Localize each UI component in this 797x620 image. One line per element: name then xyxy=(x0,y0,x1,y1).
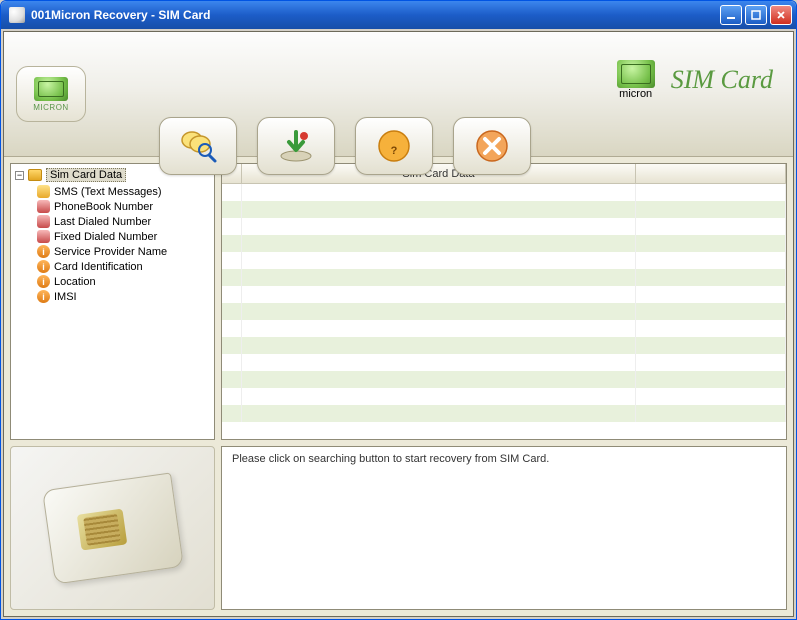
product-title: SIM Card xyxy=(671,65,773,95)
table-row[interactable] xyxy=(222,252,786,269)
bottom-area: Please click on searching button to star… xyxy=(4,446,793,616)
tree-item-label: SMS (Text Messages) xyxy=(54,186,162,198)
grid-rows xyxy=(222,184,786,439)
svg-text:?: ? xyxy=(391,145,398,157)
table-row[interactable] xyxy=(222,337,786,354)
tree-item-label: Last Dialed Number xyxy=(54,216,151,228)
table-row[interactable] xyxy=(222,303,786,320)
toolbar: ? xyxy=(159,117,531,175)
table-row[interactable] xyxy=(222,235,786,252)
tree-item[interactable]: i Location xyxy=(37,274,210,289)
table-row[interactable] xyxy=(222,388,786,405)
branding-area: micron SIM Card xyxy=(617,60,773,100)
msg-icon xyxy=(37,185,50,198)
tree-children: SMS (Text Messages) PhoneBook Number Last … xyxy=(37,184,210,304)
tree-item[interactable]: PhoneBook Number xyxy=(37,199,210,214)
app-icon xyxy=(9,7,25,23)
grid-panel[interactable]: Sim Card Data xyxy=(221,163,787,440)
simcard-panel xyxy=(10,446,215,610)
folder-icon xyxy=(28,169,42,181)
save-button[interactable] xyxy=(257,117,335,175)
tree-item[interactable]: SMS (Text Messages) xyxy=(37,184,210,199)
tree-item[interactable]: Fixed Dialed Number xyxy=(37,229,210,244)
search-button[interactable] xyxy=(159,117,237,175)
search-icon xyxy=(178,128,218,164)
client-area: MICRON micron SIM Card xyxy=(3,31,794,617)
grid-header-extra[interactable] xyxy=(636,164,786,183)
tree-item[interactable]: i Service Provider Name xyxy=(37,244,210,259)
table-row[interactable] xyxy=(222,201,786,218)
close-button[interactable] xyxy=(770,5,792,25)
table-row[interactable] xyxy=(222,184,786,201)
collapse-icon[interactable]: − xyxy=(15,171,24,180)
simcard-chip-icon xyxy=(76,508,127,550)
stop-icon xyxy=(472,128,512,164)
header-area: MICRON micron SIM Card xyxy=(4,32,793,157)
table-row[interactable] xyxy=(222,354,786,371)
content-area: − Sim Card Data SMS (Text Messages) Phone… xyxy=(4,157,793,446)
table-row[interactable] xyxy=(222,371,786,388)
logo: MICRON xyxy=(16,66,86,122)
window-title: 001Micron Recovery - SIM Card xyxy=(31,8,720,22)
help-button[interactable]: ? xyxy=(355,117,433,175)
brand-chip-icon xyxy=(617,60,655,88)
save-icon xyxy=(276,128,316,164)
table-row[interactable] xyxy=(222,286,786,303)
table-row[interactable] xyxy=(222,269,786,286)
tree-item[interactable]: i IMSI xyxy=(37,289,210,304)
logo-text: MICRON xyxy=(33,103,68,112)
phone-icon xyxy=(37,200,50,213)
tree-root-label: Sim Card Data xyxy=(46,168,126,182)
info-icon: i xyxy=(37,275,50,288)
tree-item-label: IMSI xyxy=(54,291,77,303)
info-icon: i xyxy=(37,290,50,303)
tree-item-label: Service Provider Name xyxy=(54,246,167,258)
simcard-illustration xyxy=(42,472,184,584)
tree-item-label: Location xyxy=(54,276,96,288)
logo-chip-icon xyxy=(34,77,68,101)
tree-item[interactable]: Last Dialed Number xyxy=(37,214,210,229)
tree-item-label: Fixed Dialed Number xyxy=(54,231,157,243)
stop-button[interactable] xyxy=(453,117,531,175)
table-row[interactable] xyxy=(222,405,786,422)
tree-panel[interactable]: − Sim Card Data SMS (Text Messages) Phone… xyxy=(10,163,215,440)
tree-item[interactable]: i Card Identification xyxy=(37,259,210,274)
phone-icon xyxy=(37,230,50,243)
title-bar[interactable]: 001Micron Recovery - SIM Card xyxy=(1,1,796,29)
status-message: Please click on searching button to star… xyxy=(232,453,549,465)
help-icon: ? xyxy=(374,128,414,164)
app-window: 001Micron Recovery - SIM Card MICRON mi xyxy=(0,0,797,620)
tree-item-label: Card Identification xyxy=(54,261,143,273)
brand-name: micron xyxy=(619,88,652,100)
minimize-button[interactable] xyxy=(720,5,742,25)
maximize-button[interactable] xyxy=(745,5,767,25)
phone-icon xyxy=(37,215,50,228)
table-row[interactable] xyxy=(222,320,786,337)
status-panel: Please click on searching button to star… xyxy=(221,446,787,610)
info-icon: i xyxy=(37,260,50,273)
info-icon: i xyxy=(37,245,50,258)
tree-item-label: PhoneBook Number xyxy=(54,201,153,213)
table-row[interactable] xyxy=(222,218,786,235)
